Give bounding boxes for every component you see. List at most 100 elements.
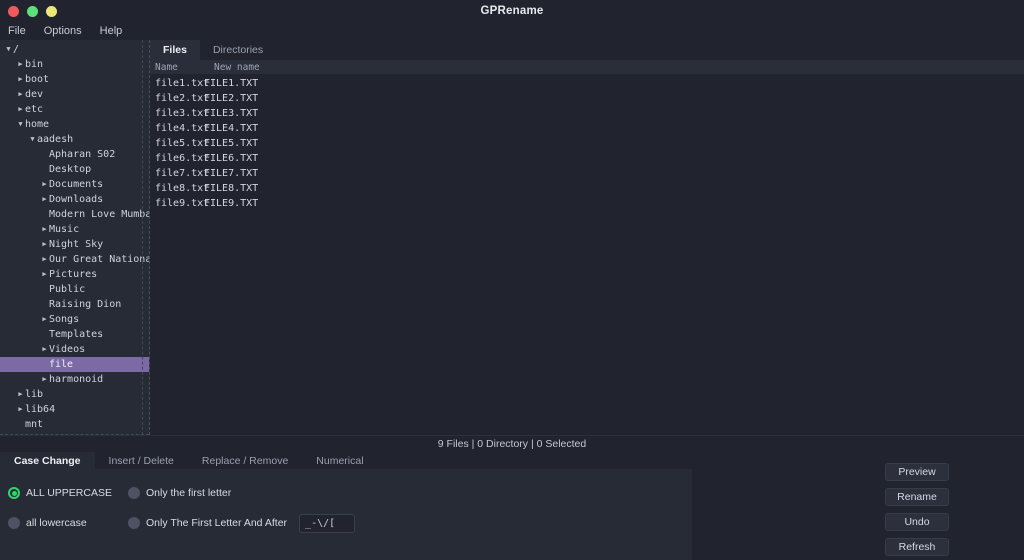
tree-item[interactable]: ▶ Songs <box>0 312 149 327</box>
tree-item[interactable]: ▼ home <box>0 117 149 132</box>
table-row[interactable]: file9.txt FILE9.TXT <box>150 196 1024 211</box>
tab-case-change[interactable]: Case Change <box>0 452 95 469</box>
action-buttons: Preview Rename Undo Refresh <box>810 452 1024 560</box>
tree-item[interactable]: ▼ / <box>0 42 149 57</box>
tree-item[interactable]: ▶Modern Love Mumbai <box>0 207 149 222</box>
tree-item[interactable]: ▶ bin <box>0 57 149 72</box>
tree-item[interactable]: ▶ Videos <box>0 342 149 357</box>
chevron-right-icon[interactable]: ▶ <box>16 387 25 402</box>
table-row[interactable]: file8.txt FILE8.TXT <box>150 181 1024 196</box>
separator-characters-input[interactable] <box>299 513 356 533</box>
tree-item-label: aadesh <box>37 134 74 145</box>
tree-item[interactable]: ▶Public <box>0 282 149 297</box>
tree-item-label: lib64 <box>25 404 56 415</box>
undo-button[interactable]: Undo <box>885 513 949 531</box>
chevron-right-icon[interactable]: ▶ <box>40 192 49 207</box>
menu-file[interactable]: File <box>6 25 28 37</box>
tree-item[interactable]: ▶ etc <box>0 102 149 117</box>
tree-item[interactable]: ▶Desktop <box>0 162 149 177</box>
directory-tree[interactable]: ▼/▶bin▶boot▶dev▶etc▼home▼aadesh▶Apharan … <box>0 40 149 432</box>
chevron-right-icon[interactable]: ▶ <box>40 222 49 237</box>
chevron-right-icon[interactable]: ▶ <box>40 177 49 192</box>
chevron-right-icon[interactable]: ▶ <box>16 57 25 72</box>
tree-item[interactable]: ▶ Pictures <box>0 267 149 282</box>
menu-options[interactable]: Options <box>42 25 84 37</box>
table-row[interactable]: file7.txt FILE7.TXT <box>150 166 1024 181</box>
table-row[interactable]: file3.txt FILE3.TXT <box>150 106 1024 121</box>
tree-item[interactable]: ▶ Night Sky <box>0 237 149 252</box>
rename-button[interactable]: Rename <box>885 488 949 506</box>
tree-item-label: bin <box>25 59 44 70</box>
chevron-right-icon[interactable]: ▶ <box>16 72 25 87</box>
no-chevron-icon: ▶ <box>40 357 49 372</box>
tree-item[interactable]: ▶ Downloads <box>0 192 149 207</box>
chevron-right-icon[interactable]: ▶ <box>16 402 25 417</box>
radio-all-uppercase[interactable]: ALL UPPERCASE <box>8 487 128 499</box>
radio-all-uppercase-indicator[interactable] <box>8 487 20 499</box>
tree-item[interactable]: ▶mnt <box>0 417 149 432</box>
case-change-row-1: ALL UPPERCASE Only the first letter <box>8 478 692 508</box>
directory-tree-panel[interactable]: ▼/▶bin▶boot▶dev▶etc▼home▼aadesh▶Apharan … <box>0 40 150 435</box>
files-list[interactable]: file1.txt FILE1.TXT file2.txt FILE2.TXT file… <box>150 74 1024 435</box>
table-row[interactable]: file6.txt FILE6.TXT <box>150 151 1024 166</box>
tree-item[interactable]: ▶ Music <box>0 222 149 237</box>
tab-replace-remove[interactable]: Replace / Remove <box>188 452 302 469</box>
tree-item[interactable]: ▶Templates <box>0 327 149 342</box>
cell-name: file3.txt <box>155 108 210 119</box>
bottom-area: Case Change Insert / Delete Replace / Remo… <box>0 452 1024 560</box>
tree-item[interactable]: ▶ boot <box>0 72 149 87</box>
tab-insert-delete[interactable]: Insert / Delete <box>95 452 188 469</box>
tab-directories[interactable]: Directories <box>200 40 276 60</box>
radio-only-first-letter-indicator[interactable] <box>128 487 140 499</box>
menu-help[interactable]: Help <box>98 25 125 37</box>
tree-item[interactable]: ▶ dev <box>0 87 149 102</box>
radio-first-letter-and-after[interactable]: Only The First Letter And After <box>128 517 287 529</box>
tree-item[interactable]: ▶ Documents <box>0 177 149 192</box>
cell-new-name: FILE6.TXT <box>204 153 259 164</box>
preview-button[interactable]: Preview <box>885 463 949 481</box>
chevron-down-icon[interactable]: ▼ <box>4 42 13 57</box>
refresh-button[interactable]: Refresh <box>885 538 949 556</box>
tree-item-label: Pictures <box>49 269 98 280</box>
chevron-right-icon[interactable]: ▶ <box>16 87 25 102</box>
chevron-right-icon[interactable]: ▶ <box>40 237 49 252</box>
table-row[interactable]: file4.txt FILE4.TXT <box>150 121 1024 136</box>
tree-item[interactable]: ▶ harmonoid <box>0 372 149 387</box>
tree-item[interactable]: ▶ lib64 <box>0 402 149 417</box>
tree-item-label: Templates <box>49 329 104 340</box>
tree-item-label: / <box>13 44 20 55</box>
chevron-down-icon[interactable]: ▼ <box>16 117 25 132</box>
chevron-right-icon[interactable]: ▶ <box>40 372 49 387</box>
table-row[interactable]: file1.txt FILE1.TXT <box>150 76 1024 91</box>
tab-numerical[interactable]: Numerical <box>302 452 377 469</box>
tab-files[interactable]: Files <box>150 40 200 60</box>
no-chevron-icon: ▶ <box>16 417 25 432</box>
chevron-right-icon[interactable]: ▶ <box>40 342 49 357</box>
tree-scroll-divider <box>142 40 143 435</box>
radio-all-lowercase[interactable]: all lowercase <box>8 517 128 529</box>
chevron-down-icon[interactable]: ▼ <box>28 132 37 147</box>
case-change-panel: ALL UPPERCASE Only the first letter all … <box>0 469 692 560</box>
tree-item[interactable]: ▶file <box>0 357 149 372</box>
tree-item[interactable]: ▶ Our Great National <box>0 252 149 267</box>
chevron-right-icon[interactable]: ▶ <box>40 312 49 327</box>
table-row[interactable]: file5.txt FILE5.TXT <box>150 136 1024 151</box>
tree-item[interactable]: ▶ lib <box>0 387 149 402</box>
tree-item[interactable]: ▶Raising Dion <box>0 297 149 312</box>
table-row[interactable]: file2.txt FILE2.TXT <box>150 91 1024 106</box>
radio-all-lowercase-indicator[interactable] <box>8 517 20 529</box>
chevron-right-icon[interactable]: ▶ <box>16 102 25 117</box>
tree-item[interactable]: ▶Apharan S02 <box>0 147 149 162</box>
cell-name: file5.txt <box>155 138 210 149</box>
tree-item-label: home <box>25 119 50 130</box>
case-change-row-2: all lowercase Only The First Letter And … <box>8 508 692 538</box>
radio-only-first-letter[interactable]: Only the first letter <box>128 487 231 499</box>
tree-item[interactable]: ▼ aadesh <box>0 132 149 147</box>
chevron-right-icon[interactable]: ▶ <box>40 252 49 267</box>
column-header-name: Name <box>155 61 178 73</box>
no-chevron-icon: ▶ <box>40 147 49 162</box>
status-bar: 9 Files | 0 Directory | 0 Selected <box>0 435 1024 452</box>
menu-bar: File Options Help <box>0 22 1024 40</box>
radio-first-letter-and-after-indicator[interactable] <box>128 517 140 529</box>
chevron-right-icon[interactable]: ▶ <box>40 267 49 282</box>
